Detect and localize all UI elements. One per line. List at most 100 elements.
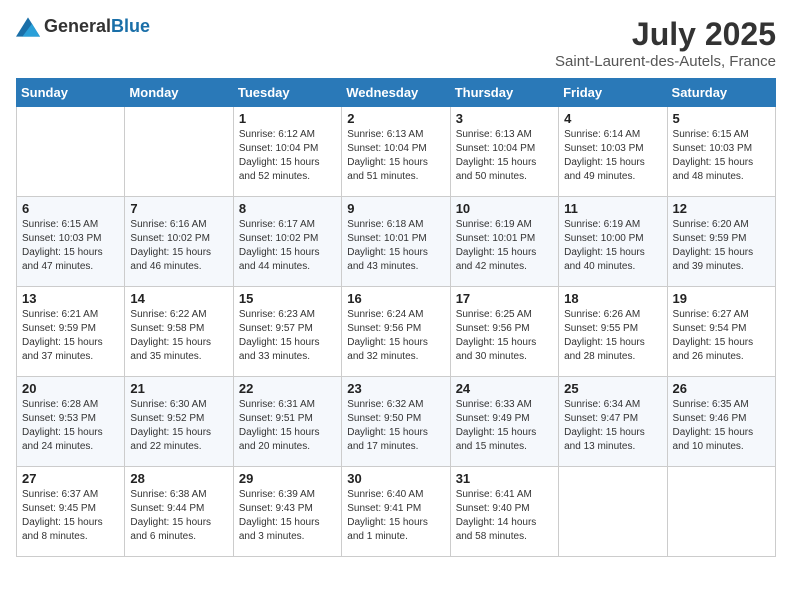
title-block: July 2025 Saint-Laurent-des-Autels, Fran… [555,16,776,70]
day-number: 16 [347,291,444,306]
day-number: 30 [347,471,444,486]
day-info: Sunrise: 6:33 AM Sunset: 9:49 PM Dayligh… [456,398,553,454]
logo-icon [16,17,40,37]
day-info: Sunrise: 6:19 AM Sunset: 10:00 PM Daylig… [564,218,661,274]
day-number: 9 [347,201,444,216]
calendar-cell: 31Sunrise: 6:41 AM Sunset: 9:40 PM Dayli… [450,467,558,557]
day-number: 8 [239,201,336,216]
day-info: Sunrise: 6:38 AM Sunset: 9:44 PM Dayligh… [130,488,227,544]
day-info: Sunrise: 6:18 AM Sunset: 10:01 PM Daylig… [347,218,444,274]
calendar-cell: 9 Sunrise: 6:18 AM Sunset: 10:01 PM Dayli… [342,197,450,287]
day-number: 14 [130,291,227,306]
weekday-header-thursday: Thursday [450,79,558,107]
calendar-cell [667,467,775,557]
calendar-cell [125,107,233,197]
day-info: Sunrise: 6:39 AM Sunset: 9:43 PM Dayligh… [239,488,336,544]
day-info: Sunrise: 6:27 AM Sunset: 9:54 PM Dayligh… [673,308,770,364]
day-number: 22 [239,381,336,396]
month-year: July 2025 [555,16,776,53]
calendar-cell: 1Sunrise: 6:12 AM Sunset: 10:04 PM Dayli… [233,107,341,197]
day-info: Sunrise: 6:22 AM Sunset: 9:58 PM Dayligh… [130,308,227,364]
day-number: 10 [456,201,553,216]
weekday-header-tuesday: Tuesday [233,79,341,107]
calendar-cell: 12 Sunrise: 6:20 AM Sunset: 9:59 PM Dayli… [667,197,775,287]
calendar-cell: 3Sunrise: 6:13 AM Sunset: 10:04 PM Dayli… [450,107,558,197]
calendar-cell: 26 Sunrise: 6:35 AM Sunset: 9:46 PM Dayli… [667,377,775,467]
day-number: 4 [564,111,661,126]
day-number: 11 [564,201,661,216]
day-number: 29 [239,471,336,486]
calendar-cell: 4 Sunrise: 6:14 AM Sunset: 10:03 PM Dayli… [559,107,667,197]
day-number: 17 [456,291,553,306]
calendar-cell: 16 Sunrise: 6:24 AM Sunset: 9:56 PM Dayli… [342,287,450,377]
calendar-cell: 30Sunrise: 6:40 AM Sunset: 9:41 PM Dayli… [342,467,450,557]
day-info: Sunrise: 6:14 AM Sunset: 10:03 PM Daylig… [564,128,661,184]
calendar-cell: 20Sunrise: 6:28 AM Sunset: 9:53 PM Dayli… [17,377,125,467]
day-info: Sunrise: 6:31 AM Sunset: 9:51 PM Dayligh… [239,398,336,454]
calendar-cell: 22 Sunrise: 6:31 AM Sunset: 9:51 PM Dayli… [233,377,341,467]
day-number: 28 [130,471,227,486]
day-info: Sunrise: 6:34 AM Sunset: 9:47 PM Dayligh… [564,398,661,454]
calendar-cell [17,107,125,197]
day-info: Sunrise: 6:37 AM Sunset: 9:45 PM Dayligh… [22,488,119,544]
day-info: Sunrise: 6:41 AM Sunset: 9:40 PM Dayligh… [456,488,553,544]
page-header: GeneralBlue July 2025 Saint-Laurent-des-… [16,16,776,70]
day-number: 15 [239,291,336,306]
day-info: Sunrise: 6:23 AM Sunset: 9:57 PM Dayligh… [239,308,336,364]
calendar-cell: 24 Sunrise: 6:33 AM Sunset: 9:49 PM Dayli… [450,377,558,467]
day-info: Sunrise: 6:21 AM Sunset: 9:59 PM Dayligh… [22,308,119,364]
day-number: 3 [456,111,553,126]
day-number: 18 [564,291,661,306]
week-row-4: 20Sunrise: 6:28 AM Sunset: 9:53 PM Dayli… [17,377,776,467]
logo-text: GeneralBlue [44,16,150,37]
week-row-5: 27 Sunrise: 6:37 AM Sunset: 9:45 PM Dayli… [17,467,776,557]
calendar-cell: 19 Sunrise: 6:27 AM Sunset: 9:54 PM Dayli… [667,287,775,377]
day-info: Sunrise: 6:16 AM Sunset: 10:02 PM Daylig… [130,218,227,274]
calendar-cell: 27 Sunrise: 6:37 AM Sunset: 9:45 PM Dayli… [17,467,125,557]
calendar-cell: 10 Sunrise: 6:19 AM Sunset: 10:01 PM Dayl… [450,197,558,287]
day-number: 12 [673,201,770,216]
calendar-cell: 21Sunrise: 6:30 AM Sunset: 9:52 PM Dayli… [125,377,233,467]
day-info: Sunrise: 6:13 AM Sunset: 10:04 PM Daylig… [347,128,444,184]
calendar-cell: 2 Sunrise: 6:13 AM Sunset: 10:04 PM Dayli… [342,107,450,197]
day-info: Sunrise: 6:17 AM Sunset: 10:02 PM Daylig… [239,218,336,274]
day-number: 27 [22,471,119,486]
day-info: Sunrise: 6:20 AM Sunset: 9:59 PM Dayligh… [673,218,770,274]
calendar-cell: 17Sunrise: 6:25 AM Sunset: 9:56 PM Dayli… [450,287,558,377]
calendar-cell: 8 Sunrise: 6:17 AM Sunset: 10:02 PM Dayli… [233,197,341,287]
logo-blue-text: Blue [111,16,150,36]
calendar-cell: 11 Sunrise: 6:19 AM Sunset: 10:00 PM Dayl… [559,197,667,287]
day-number: 26 [673,381,770,396]
calendar-cell: 29 Sunrise: 6:39 AM Sunset: 9:43 PM Dayli… [233,467,341,557]
day-info: Sunrise: 6:26 AM Sunset: 9:55 PM Dayligh… [564,308,661,364]
day-info: Sunrise: 6:24 AM Sunset: 9:56 PM Dayligh… [347,308,444,364]
day-number: 19 [673,291,770,306]
weekday-header-row: SundayMondayTuesdayWednesdayThursdayFrid… [17,79,776,107]
day-info: Sunrise: 6:32 AM Sunset: 9:50 PM Dayligh… [347,398,444,454]
calendar-cell: 13 Sunrise: 6:21 AM Sunset: 9:59 PM Dayli… [17,287,125,377]
calendar-cell: 25 Sunrise: 6:34 AM Sunset: 9:47 PM Dayli… [559,377,667,467]
calendar-table: SundayMondayTuesdayWednesdayThursdayFrid… [16,78,776,557]
day-number: 25 [564,381,661,396]
day-number: 23 [347,381,444,396]
calendar-cell: 23 Sunrise: 6:32 AM Sunset: 9:50 PM Dayli… [342,377,450,467]
day-info: Sunrise: 6:15 AM Sunset: 10:03 PM Daylig… [22,218,119,274]
day-info: Sunrise: 6:15 AM Sunset: 10:03 PM Daylig… [673,128,770,184]
day-info: Sunrise: 6:12 AM Sunset: 10:04 PM Daylig… [239,128,336,184]
day-number: 13 [22,291,119,306]
weekday-header-saturday: Saturday [667,79,775,107]
day-number: 5 [673,111,770,126]
weekday-header-sunday: Sunday [17,79,125,107]
day-info: Sunrise: 6:35 AM Sunset: 9:46 PM Dayligh… [673,398,770,454]
calendar-cell: 18 Sunrise: 6:26 AM Sunset: 9:55 PM Dayli… [559,287,667,377]
day-info: Sunrise: 6:19 AM Sunset: 10:01 PM Daylig… [456,218,553,274]
day-info: Sunrise: 6:28 AM Sunset: 9:53 PM Dayligh… [22,398,119,454]
weekday-header-monday: Monday [125,79,233,107]
day-number: 21 [130,381,227,396]
logo-general: General [44,16,111,36]
week-row-3: 13 Sunrise: 6:21 AM Sunset: 9:59 PM Dayli… [17,287,776,377]
day-number: 2 [347,111,444,126]
day-number: 24 [456,381,553,396]
calendar-cell: 6Sunrise: 6:15 AM Sunset: 10:03 PM Dayli… [17,197,125,287]
calendar-cell [559,467,667,557]
